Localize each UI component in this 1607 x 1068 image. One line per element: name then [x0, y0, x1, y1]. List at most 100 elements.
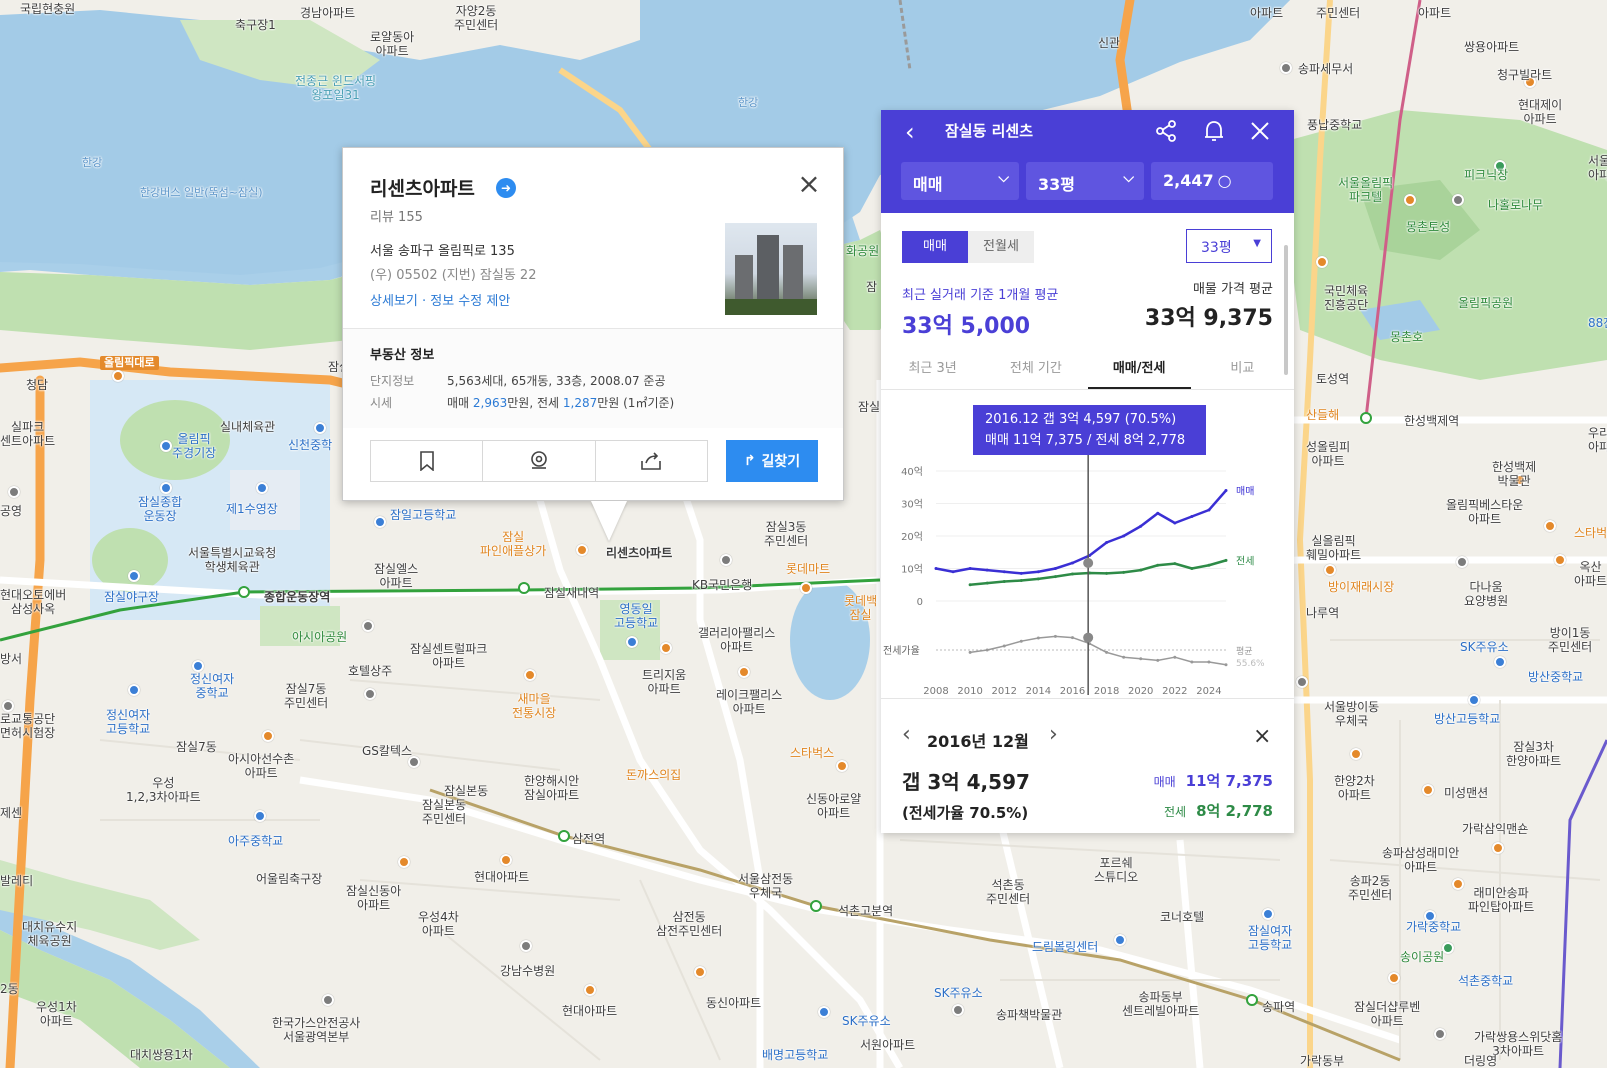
map-label[interactable]: 제센	[0, 806, 22, 820]
map-label[interactable]: 갤러리아팰리스 아파트	[698, 626, 775, 654]
map-poi-marker[interactable]	[1452, 194, 1464, 206]
size-select[interactable]: 33평 ⌵	[1026, 162, 1144, 200]
map-label[interactable]: 주민센터	[1316, 6, 1360, 20]
map-label[interactable]: 석촌중학교	[1458, 974, 1513, 988]
map-label[interactable]: 포르쉐 스튜디오	[1094, 856, 1138, 884]
map-label[interactable]: 잠실3동 주민센터	[764, 520, 808, 548]
map-poi-marker[interactable]	[1114, 934, 1126, 946]
map-label[interactable]: 종합운동장역	[264, 590, 330, 604]
sale-price-link[interactable]: 2,963	[473, 396, 507, 410]
map-label[interactable]: SK주유소	[842, 1014, 891, 1028]
map-label[interactable]: 방이재래시장	[1328, 580, 1394, 594]
map-label[interactable]: 정신여자 고등학교	[106, 708, 150, 736]
map-label[interactable]: 잠실여자 고등학교	[1248, 924, 1292, 952]
tab-all-period[interactable]: 전체 기간	[984, 348, 1087, 389]
map-label[interactable]: 국민체육 진흥공단	[1324, 284, 1368, 312]
map-label[interactable]: 아시아선수촌 아파트	[228, 752, 294, 780]
map-poi-marker[interactable]	[8, 486, 20, 498]
map-label[interactable]: 전종근 윈드서핑 왕포일31	[295, 74, 376, 102]
tab-compare[interactable]: 비교	[1191, 348, 1294, 389]
map-label[interactable]: 실내체육관	[220, 420, 275, 434]
map-poi-marker[interactable]	[1296, 676, 1308, 688]
map-label[interactable]: 한성백제 박물관	[1492, 460, 1536, 488]
map-poi-marker[interactable]	[322, 994, 334, 1006]
map-label[interactable]: 래미안송파 파인탑아파트	[1468, 886, 1534, 914]
map-label[interactable]: 서원아파트	[860, 1038, 915, 1052]
map-label[interactable]: GS칼텍스	[362, 744, 412, 758]
map-label[interactable]: 산들해	[1306, 408, 1339, 422]
map-label[interactable]: 잠실3차 한양아파트	[1506, 740, 1561, 768]
map-poi-marker[interactable]	[836, 760, 848, 772]
map-label[interactable]: 성올림피 아파트	[1306, 440, 1350, 468]
map-poi-marker[interactable]	[738, 666, 750, 678]
edit-suggest-link[interactable]: 정보 수정 제안	[430, 294, 510, 309]
map-label[interactable]: 송파세무서	[1298, 62, 1353, 76]
map-label[interactable]: SK주유소	[934, 986, 983, 1000]
chevron-left-icon[interactable]: ‹	[902, 722, 911, 747]
map-label[interactable]: 방산고등학교	[1434, 712, 1500, 726]
map-poi-marker[interactable]	[1452, 878, 1464, 890]
map-poi-marker[interactable]	[1324, 564, 1336, 576]
map-poi-marker[interactable]	[254, 810, 266, 822]
map-label[interactable]: 올림픽공원	[1458, 296, 1513, 310]
map-label[interactable]: 새마을 전통시장	[512, 692, 556, 720]
map-label[interactable]: 한강	[738, 96, 758, 110]
map-label[interactable]: 석촌동 주민센터	[986, 878, 1030, 906]
map-label[interactable]: 가락중학교	[1406, 920, 1461, 934]
map-label[interactable]: 송이공원	[1400, 950, 1444, 964]
map-label[interactable]: 강남수병원	[500, 964, 555, 978]
map-label[interactable]: 토성역	[1316, 372, 1349, 386]
save-button[interactable]	[371, 441, 484, 481]
map-poi-marker[interactable]	[160, 482, 172, 494]
close-icon[interactable]: ×	[1253, 724, 1271, 749]
map-label[interactable]: 레이크팰리스 아파트	[716, 688, 782, 716]
map-label[interactable]: 로얄동아 아파트	[370, 30, 414, 58]
map-label[interactable]: 실올림픽 훼밀아파트	[1306, 534, 1361, 562]
map-label[interactable]: 로교통공단 면허시험장	[0, 712, 55, 740]
map-label[interactable]: 옥산 아파트	[1574, 560, 1607, 588]
map-poi-marker[interactable]	[626, 636, 638, 648]
map-label[interactable]: 더링영	[1464, 1054, 1497, 1068]
detail-link[interactable]: 상세보기	[370, 294, 418, 309]
map-poi-marker[interactable]	[1456, 556, 1468, 568]
map-label[interactable]: 실파크 센트아파트	[0, 420, 55, 448]
map-label[interactable]: 호텔상주	[348, 664, 392, 678]
map-label[interactable]: 잠실센트럴파크 아파트	[410, 642, 487, 670]
map-poi-marker[interactable]	[800, 582, 812, 594]
map-label[interactable]: 다나움 요양병원	[1464, 580, 1508, 608]
map-poi-marker[interactable]	[520, 940, 532, 952]
map-label[interactable]: 송파2동 주민센터	[1348, 874, 1392, 902]
map-label[interactable]: 가락동부	[1300, 1054, 1344, 1068]
map-label[interactable]: 한강버스 일반(뚝섬~잠실)	[140, 186, 263, 200]
map-label[interactable]: 쌍용아파트	[1464, 40, 1519, 54]
subway-station-marker[interactable]	[238, 586, 250, 598]
close-icon[interactable]: ×	[795, 170, 823, 198]
map-poi-marker[interactable]	[362, 620, 374, 632]
map-poi-marker[interactable]	[364, 688, 376, 700]
route-button[interactable]: ↱ 길찾기	[726, 440, 818, 482]
subway-station-marker[interactable]	[518, 582, 530, 594]
chevron-right-icon[interactable]: ›	[1049, 722, 1058, 747]
map-poi-marker[interactable]	[1492, 842, 1504, 854]
map-poi-marker[interactable]	[818, 1006, 830, 1018]
price-chart[interactable]: 40억 30억 20억 10억 0 전세가율 2008 2010 2012 2014 2016 201…	[881, 455, 1294, 695]
size-dropdown[interactable]: 33평 ▼	[1186, 229, 1272, 263]
map-poi-marker[interactable]	[524, 669, 536, 681]
map-label[interactable]: 방산중학교	[1528, 670, 1583, 684]
map-poi-marker[interactable]	[256, 482, 268, 494]
map-label[interactable]: 현대오토에버 삼성사옥	[0, 588, 66, 616]
map-label[interactable]: 롯데마트	[786, 562, 830, 576]
subway-station-marker[interactable]	[558, 830, 570, 842]
map-poi-marker[interactable]	[2, 700, 14, 712]
tab-sale[interactable]: 매매	[902, 231, 968, 263]
map-label[interactable]: 송파삼성래미안 아파트	[1382, 846, 1459, 874]
map-label[interactable]: 방서	[0, 652, 22, 666]
map-label[interactable]: 올림픽대로	[100, 356, 159, 370]
review-count[interactable]: 리뷰 155	[370, 206, 423, 225]
map-label[interactable]: 우성 1,2,3차아파트	[126, 776, 201, 804]
map-label[interactable]: 공영	[0, 504, 22, 518]
map-label[interactable]: 신동아로얄 아파트	[806, 792, 861, 820]
map-label[interactable]: 롯데백 잠실	[844, 594, 877, 622]
map-label[interactable]: 우성1차 아파트	[36, 1000, 77, 1028]
close-icon[interactable]	[1247, 118, 1273, 144]
